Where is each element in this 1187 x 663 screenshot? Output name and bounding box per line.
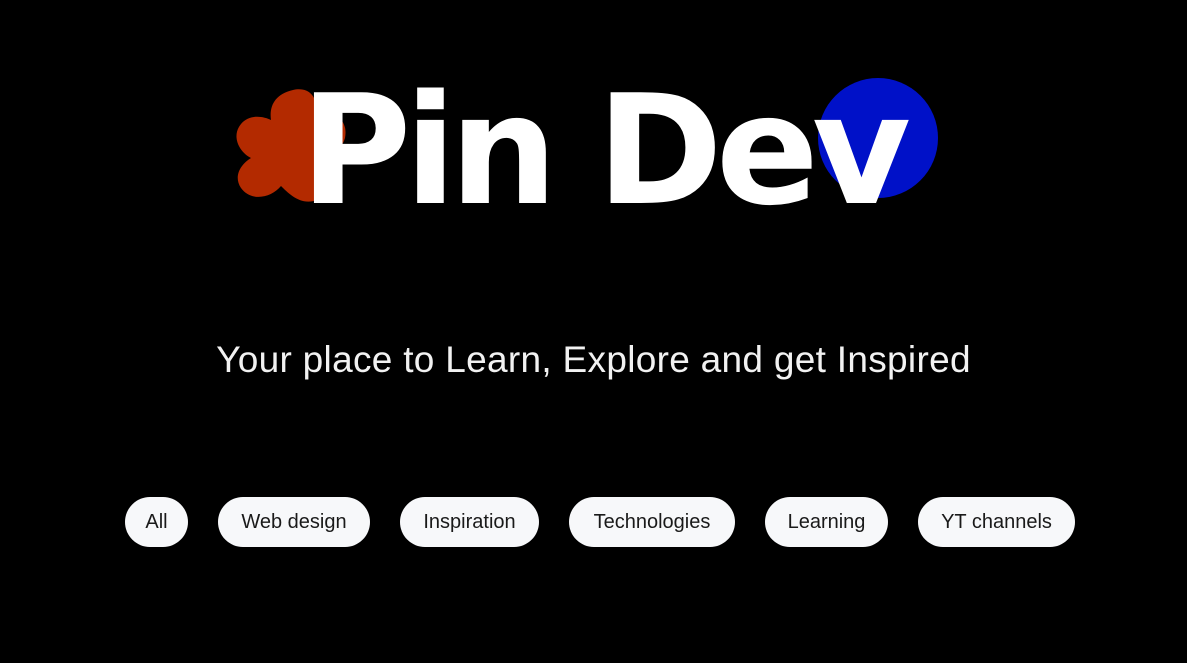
filter-yt-channels-button[interactable]: YT channels xyxy=(918,497,1075,547)
filter-learning-button[interactable]: Learning xyxy=(765,497,888,547)
filter-technologies-button[interactable]: Technologies xyxy=(569,497,735,547)
filter-bar: All Web design Inspiration Technologies … xyxy=(0,497,1187,549)
tagline: Your place to Learn, Explore and get Ins… xyxy=(216,339,971,380)
site-logo: Pin Dev xyxy=(0,0,1187,260)
filter-inspiration-button[interactable]: Inspiration xyxy=(400,497,539,547)
filter-all-button[interactable]: All xyxy=(125,497,188,547)
logo-wordmark: Pin Dev xyxy=(300,62,911,239)
filter-web-design-button[interactable]: Web design xyxy=(218,497,370,547)
